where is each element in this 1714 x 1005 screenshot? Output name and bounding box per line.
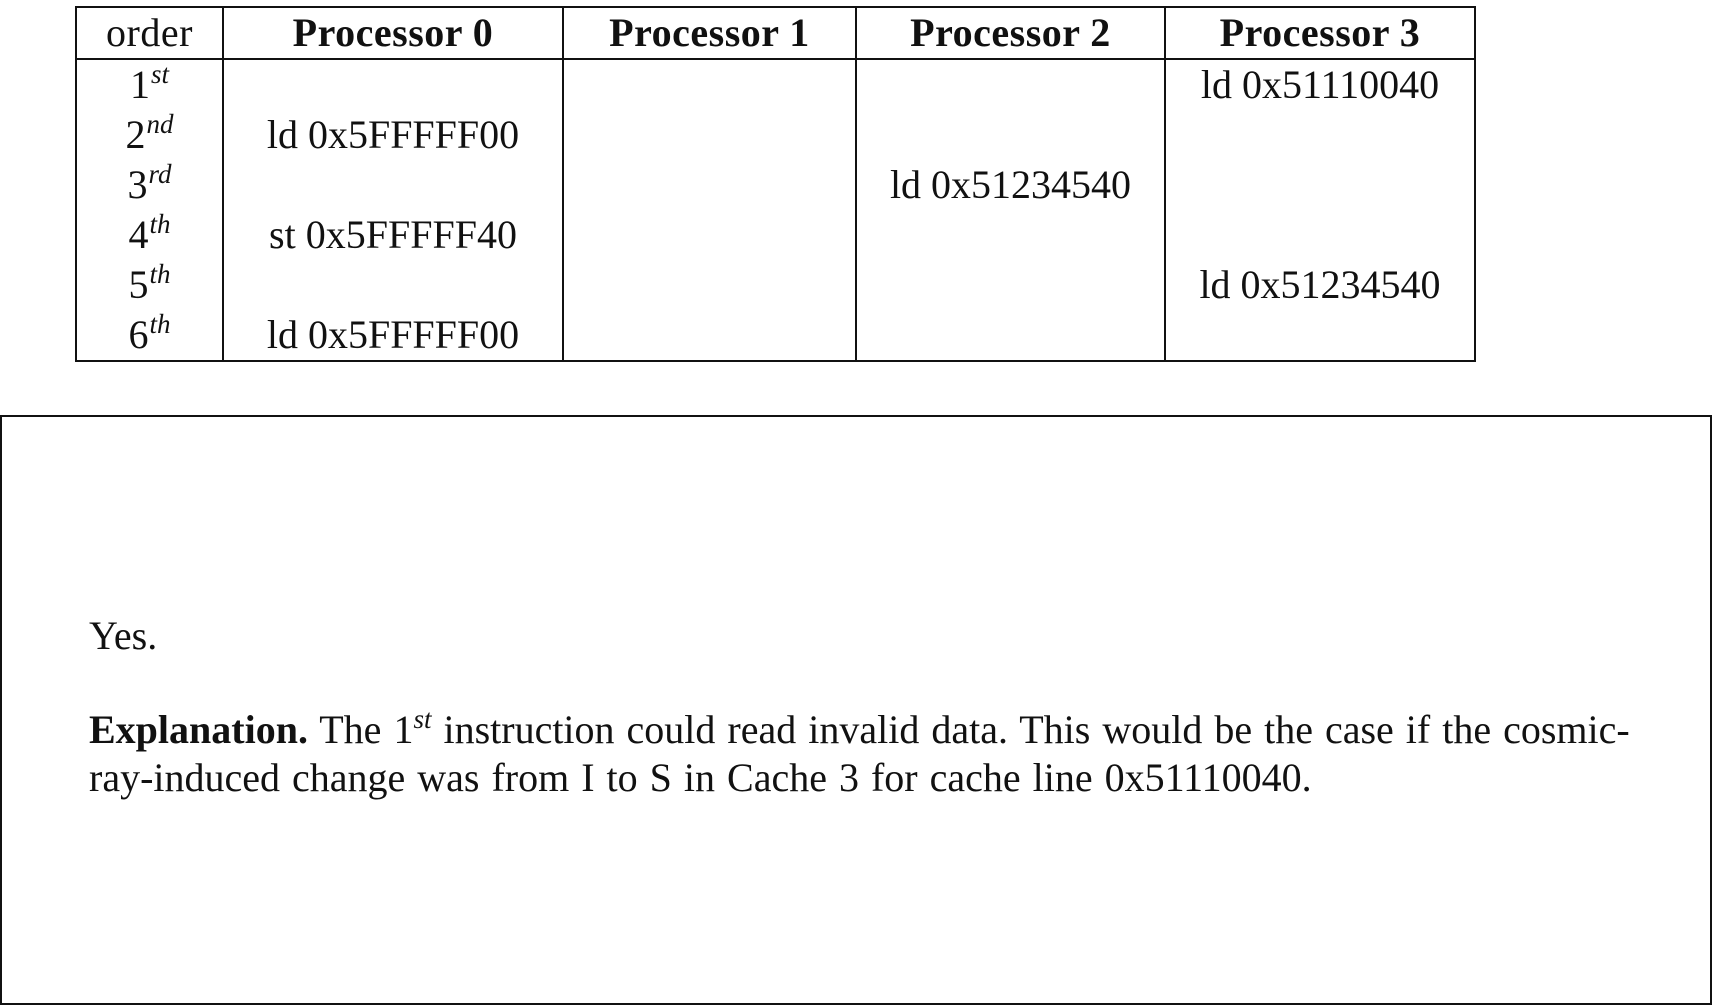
- processor-2-cell: [855, 210, 1166, 260]
- processor-2-cell: [855, 110, 1166, 160]
- processor-3-cell: [1164, 310, 1476, 362]
- column-header-processor-0: Processor 0: [222, 6, 564, 60]
- processor-2-cell: ld 0x51234540: [855, 160, 1166, 210]
- column-header-processor-3: Processor 3: [1164, 6, 1476, 60]
- order-number: 5: [128, 262, 149, 307]
- table-row: 3rd ld 0x51234540: [75, 159, 1476, 210]
- table-row: 5th ld 0x51234540: [75, 259, 1476, 310]
- explanation-ordinal-suffix: st: [413, 704, 432, 734]
- explanation-text-start: The 1: [319, 707, 414, 752]
- processor-3-cell: [1164, 160, 1476, 210]
- table-row: 2nd ld 0x5FFFFF00: [75, 109, 1476, 160]
- processor-3-cell: ld 0x51110040: [1164, 59, 1476, 110]
- column-header-order: order: [75, 6, 224, 60]
- order-cell: 4th: [75, 209, 224, 260]
- processor-2-cell: [855, 310, 1166, 362]
- order-suffix: th: [149, 309, 171, 339]
- processor-0-cell: ld 0x5FFFFF00: [222, 110, 564, 160]
- order-suffix: rd: [148, 159, 172, 189]
- processor-2-cell: [855, 59, 1166, 110]
- processor-1-cell: [562, 260, 857, 310]
- answer-explanation: Explanation. The 1st instruction could r…: [89, 706, 1649, 802]
- table-row: 6th ld 0x5FFFFF00: [75, 309, 1476, 362]
- processor-1-cell: [562, 210, 857, 260]
- order-number: 3: [127, 162, 148, 207]
- order-number: 6: [128, 312, 149, 357]
- answer-verdict: Yes.: [89, 613, 158, 658]
- column-header-processor-2: Processor 2: [855, 6, 1166, 60]
- table-row: 4th st 0x5FFFFF40: [75, 209, 1476, 260]
- order-number: 2: [125, 112, 146, 157]
- order-cell: 5th: [75, 259, 224, 310]
- table-row: 1st ld 0x51110040: [75, 59, 1476, 110]
- processor-2-cell: [855, 260, 1166, 310]
- order-suffix: nd: [146, 109, 174, 139]
- instruction-order-table: order Processor 0 Processor 1 Processor …: [75, 6, 1476, 362]
- answer-box: Yes. Explanation. The 1st instruction co…: [0, 415, 1712, 1005]
- processor-1-cell: [562, 59, 857, 110]
- processor-1-cell: [562, 310, 857, 362]
- answer-text: Yes. Explanation. The 1st instruction co…: [89, 612, 1649, 802]
- order-suffix: th: [149, 259, 171, 289]
- order-cell: 1st: [75, 59, 224, 110]
- order-number: 4: [128, 212, 149, 257]
- order-number: 1: [129, 62, 150, 107]
- processor-0-cell: st 0x5FFFFF40: [222, 210, 564, 260]
- processor-3-cell: [1164, 110, 1476, 160]
- processor-0-cell: [222, 59, 564, 110]
- order-cell: 3rd: [75, 159, 224, 210]
- processor-0-cell: [222, 260, 564, 310]
- processor-1-cell: [562, 110, 857, 160]
- column-header-processor-1: Processor 1: [562, 6, 857, 60]
- processor-0-cell: [222, 160, 564, 210]
- processor-3-cell: [1164, 210, 1476, 260]
- processor-1-cell: [562, 160, 857, 210]
- order-suffix: th: [149, 209, 171, 239]
- processor-3-cell: ld 0x51234540: [1164, 260, 1476, 310]
- order-cell: 2nd: [75, 109, 224, 160]
- order-cell: 6th: [75, 309, 224, 362]
- table-header-row: order Processor 0 Processor 1 Processor …: [75, 6, 1476, 60]
- explanation-label: Explanation.: [89, 707, 308, 752]
- order-suffix: st: [150, 59, 169, 89]
- processor-0-cell: ld 0x5FFFFF00: [222, 310, 564, 362]
